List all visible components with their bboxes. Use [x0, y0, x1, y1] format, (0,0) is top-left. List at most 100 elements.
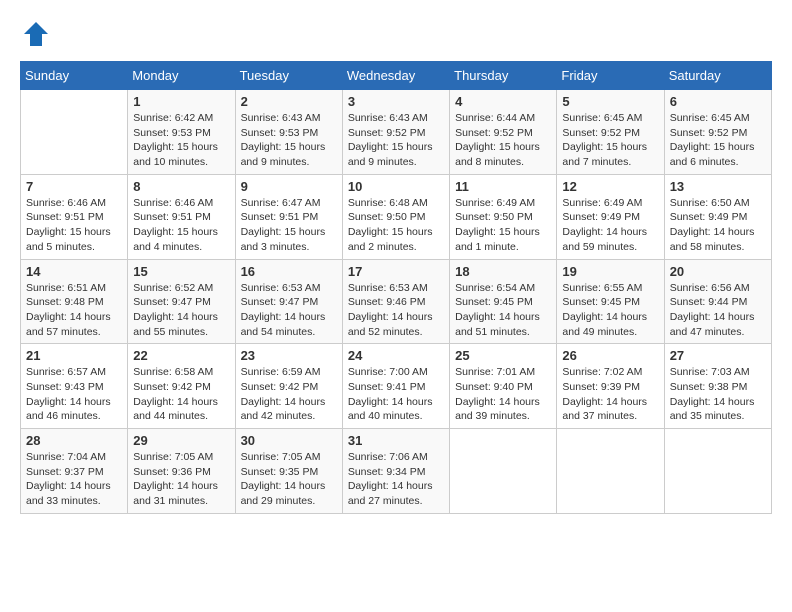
calendar-cell: 25 Sunrise: 7:01 AMSunset: 9:40 PMDayligh…	[450, 344, 557, 429]
day-info: Sunrise: 6:53 AMSunset: 9:46 PMDaylight:…	[348, 281, 444, 340]
day-info: Sunrise: 6:55 AMSunset: 9:45 PMDaylight:…	[562, 281, 658, 340]
day-number: 20	[670, 264, 766, 279]
calendar-cell	[450, 429, 557, 514]
logo-icon	[22, 20, 50, 48]
day-number: 4	[455, 94, 551, 109]
day-number: 18	[455, 264, 551, 279]
day-header-friday: Friday	[557, 62, 664, 90]
calendar-cell: 14 Sunrise: 6:51 AMSunset: 9:48 PMDayligh…	[21, 259, 128, 344]
day-number: 31	[348, 433, 444, 448]
calendar-cell: 9 Sunrise: 6:47 AMSunset: 9:51 PMDaylight…	[235, 174, 342, 259]
day-info: Sunrise: 7:06 AMSunset: 9:34 PMDaylight:…	[348, 450, 444, 509]
calendar-cell: 16 Sunrise: 6:53 AMSunset: 9:47 PMDayligh…	[235, 259, 342, 344]
calendar-cell: 3 Sunrise: 6:43 AMSunset: 9:52 PMDaylight…	[342, 90, 449, 175]
day-number: 29	[133, 433, 229, 448]
day-number: 16	[241, 264, 337, 279]
day-info: Sunrise: 6:46 AMSunset: 9:51 PMDaylight:…	[133, 196, 229, 255]
calendar-cell: 17 Sunrise: 6:53 AMSunset: 9:46 PMDayligh…	[342, 259, 449, 344]
day-number: 11	[455, 179, 551, 194]
day-info: Sunrise: 6:54 AMSunset: 9:45 PMDaylight:…	[455, 281, 551, 340]
day-info: Sunrise: 7:01 AMSunset: 9:40 PMDaylight:…	[455, 365, 551, 424]
day-info: Sunrise: 6:57 AMSunset: 9:43 PMDaylight:…	[26, 365, 122, 424]
calendar-cell: 7 Sunrise: 6:46 AMSunset: 9:51 PMDaylight…	[21, 174, 128, 259]
day-header-sunday: Sunday	[21, 62, 128, 90]
calendar-cell: 13 Sunrise: 6:50 AMSunset: 9:49 PMDayligh…	[664, 174, 771, 259]
day-number: 13	[670, 179, 766, 194]
calendar-week-row: 1 Sunrise: 6:42 AMSunset: 9:53 PMDaylight…	[21, 90, 772, 175]
day-header-tuesday: Tuesday	[235, 62, 342, 90]
calendar-cell: 26 Sunrise: 7:02 AMSunset: 9:39 PMDayligh…	[557, 344, 664, 429]
calendar-cell	[557, 429, 664, 514]
day-number: 27	[670, 348, 766, 363]
day-number: 1	[133, 94, 229, 109]
calendar-cell: 27 Sunrise: 7:03 AMSunset: 9:38 PMDayligh…	[664, 344, 771, 429]
day-info: Sunrise: 7:05 AMSunset: 9:36 PMDaylight:…	[133, 450, 229, 509]
day-info: Sunrise: 7:00 AMSunset: 9:41 PMDaylight:…	[348, 365, 444, 424]
day-info: Sunrise: 7:05 AMSunset: 9:35 PMDaylight:…	[241, 450, 337, 509]
day-info: Sunrise: 6:56 AMSunset: 9:44 PMDaylight:…	[670, 281, 766, 340]
day-number: 19	[562, 264, 658, 279]
day-number: 14	[26, 264, 122, 279]
day-header-monday: Monday	[128, 62, 235, 90]
day-number: 12	[562, 179, 658, 194]
calendar-cell: 19 Sunrise: 6:55 AMSunset: 9:45 PMDayligh…	[557, 259, 664, 344]
day-info: Sunrise: 6:44 AMSunset: 9:52 PMDaylight:…	[455, 111, 551, 170]
day-number: 30	[241, 433, 337, 448]
day-info: Sunrise: 6:49 AMSunset: 9:49 PMDaylight:…	[562, 196, 658, 255]
day-info: Sunrise: 6:45 AMSunset: 9:52 PMDaylight:…	[670, 111, 766, 170]
calendar-cell: 2Sunrise: 6:43 AMSunset: 9:53 PMDaylight…	[235, 90, 342, 175]
calendar-cell: 20 Sunrise: 6:56 AMSunset: 9:44 PMDayligh…	[664, 259, 771, 344]
calendar-cell: 29 Sunrise: 7:05 AMSunset: 9:36 PMDayligh…	[128, 429, 235, 514]
day-info: Sunrise: 7:02 AMSunset: 9:39 PMDaylight:…	[562, 365, 658, 424]
day-info: Sunrise: 6:42 AMSunset: 9:53 PMDaylight:…	[133, 111, 229, 170]
day-info: Sunrise: 6:47 AMSunset: 9:51 PMDaylight:…	[241, 196, 337, 255]
day-info: Sunrise: 6:43 AMSunset: 9:52 PMDaylight:…	[348, 111, 444, 170]
day-number: 17	[348, 264, 444, 279]
calendar-cell	[21, 90, 128, 175]
day-info: Sunrise: 6:48 AMSunset: 9:50 PMDaylight:…	[348, 196, 444, 255]
day-number: 22	[133, 348, 229, 363]
calendar-week-row: 21Sunrise: 6:57 AMSunset: 9:43 PMDayligh…	[21, 344, 772, 429]
day-info: Sunrise: 6:59 AMSunset: 9:42 PMDaylight:…	[241, 365, 337, 424]
day-info: Sunrise: 6:45 AMSunset: 9:52 PMDaylight:…	[562, 111, 658, 170]
calendar-cell: 6 Sunrise: 6:45 AMSunset: 9:52 PMDaylight…	[664, 90, 771, 175]
day-number: 3	[348, 94, 444, 109]
calendar-cell: 21Sunrise: 6:57 AMSunset: 9:43 PMDayligh…	[21, 344, 128, 429]
day-number: 7	[26, 179, 122, 194]
calendar-cell: 12 Sunrise: 6:49 AMSunset: 9:49 PMDayligh…	[557, 174, 664, 259]
calendar-week-row: 7 Sunrise: 6:46 AMSunset: 9:51 PMDaylight…	[21, 174, 772, 259]
calendar-cell: 8 Sunrise: 6:46 AMSunset: 9:51 PMDaylight…	[128, 174, 235, 259]
calendar-cell	[664, 429, 771, 514]
day-number: 6	[670, 94, 766, 109]
day-info: Sunrise: 6:46 AMSunset: 9:51 PMDaylight:…	[26, 196, 122, 255]
day-header-thursday: Thursday	[450, 62, 557, 90]
day-number: 25	[455, 348, 551, 363]
calendar-cell: 4 Sunrise: 6:44 AMSunset: 9:52 PMDaylight…	[450, 90, 557, 175]
day-number: 9	[241, 179, 337, 194]
day-header-wednesday: Wednesday	[342, 62, 449, 90]
day-info: Sunrise: 6:49 AMSunset: 9:50 PMDaylight:…	[455, 196, 551, 255]
day-number: 26	[562, 348, 658, 363]
day-number: 8	[133, 179, 229, 194]
calendar-cell: 18 Sunrise: 6:54 AMSunset: 9:45 PMDayligh…	[450, 259, 557, 344]
day-number: 10	[348, 179, 444, 194]
logo	[20, 20, 52, 53]
calendar-cell: 5Sunrise: 6:45 AMSunset: 9:52 PMDaylight…	[557, 90, 664, 175]
calendar-cell: 31 Sunrise: 7:06 AMSunset: 9:34 PMDayligh…	[342, 429, 449, 514]
day-info: Sunrise: 6:50 AMSunset: 9:49 PMDaylight:…	[670, 196, 766, 255]
day-info: Sunrise: 7:03 AMSunset: 9:38 PMDaylight:…	[670, 365, 766, 424]
day-info: Sunrise: 6:51 AMSunset: 9:48 PMDaylight:…	[26, 281, 122, 340]
calendar-cell: 22 Sunrise: 6:58 AMSunset: 9:42 PMDayligh…	[128, 344, 235, 429]
day-info: Sunrise: 6:53 AMSunset: 9:47 PMDaylight:…	[241, 281, 337, 340]
day-info: Sunrise: 6:58 AMSunset: 9:42 PMDaylight:…	[133, 365, 229, 424]
calendar-cell: 24 Sunrise: 7:00 AMSunset: 9:41 PMDayligh…	[342, 344, 449, 429]
day-number: 24	[348, 348, 444, 363]
day-header-saturday: Saturday	[664, 62, 771, 90]
calendar-cell: 10 Sunrise: 6:48 AMSunset: 9:50 PMDayligh…	[342, 174, 449, 259]
calendar-cell: 30 Sunrise: 7:05 AMSunset: 9:35 PMDayligh…	[235, 429, 342, 514]
calendar-week-row: 28Sunrise: 7:04 AMSunset: 9:37 PMDayligh…	[21, 429, 772, 514]
day-info: Sunrise: 6:52 AMSunset: 9:47 PMDaylight:…	[133, 281, 229, 340]
calendar-header-row: SundayMondayTuesdayWednesdayThursdayFrid…	[21, 62, 772, 90]
day-info: Sunrise: 7:04 AMSunset: 9:37 PMDaylight:…	[26, 450, 122, 509]
calendar-cell: 15Sunrise: 6:52 AMSunset: 9:47 PMDayligh…	[128, 259, 235, 344]
